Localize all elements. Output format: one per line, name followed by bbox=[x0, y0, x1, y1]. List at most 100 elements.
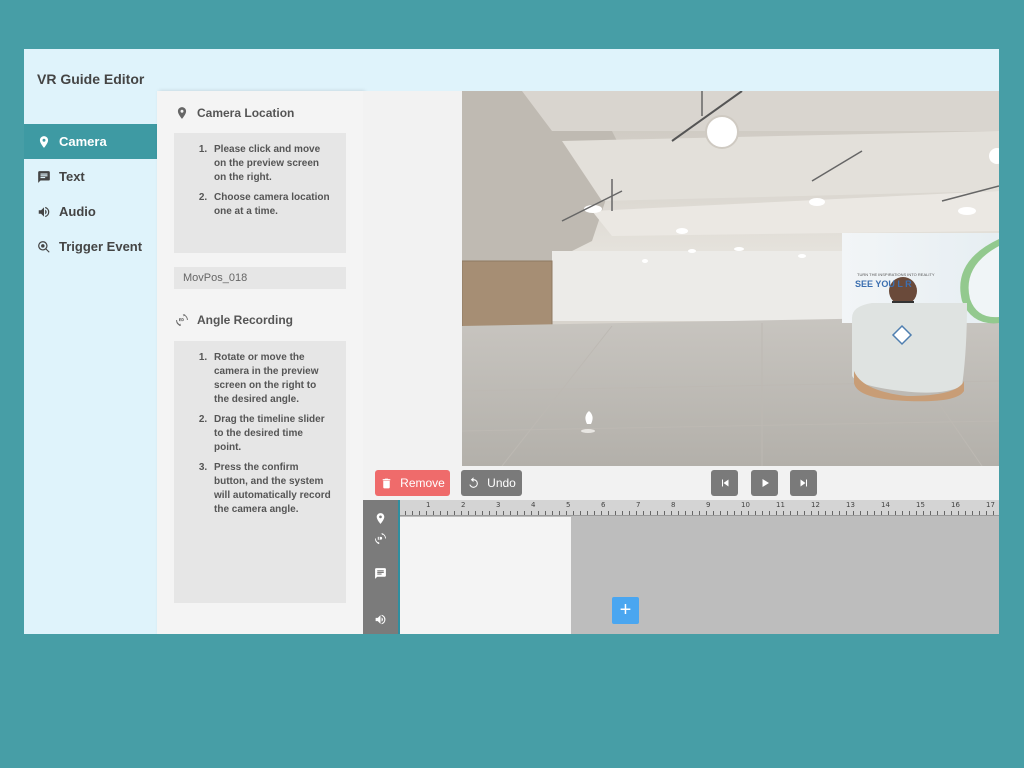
trash-icon bbox=[382, 478, 391, 488]
search-gear-icon bbox=[38, 240, 50, 253]
skip-forward-button[interactable] bbox=[790, 470, 817, 496]
ruler-tick bbox=[615, 511, 616, 515]
ruler-tick bbox=[860, 511, 861, 515]
ruler-tick bbox=[832, 511, 833, 515]
ruler-label: 8 bbox=[671, 501, 676, 509]
sidebar-nav: Camera Text Audio Trigger Event bbox=[24, 124, 157, 264]
ruler-tick bbox=[475, 511, 476, 515]
ruler-tick bbox=[566, 511, 567, 515]
ruler-tick bbox=[496, 511, 497, 515]
sidebar-item-trigger-event[interactable]: Trigger Event bbox=[24, 229, 157, 264]
ruler-tick bbox=[853, 511, 854, 515]
ruler-tick bbox=[713, 511, 714, 515]
ruler-tick bbox=[916, 511, 917, 515]
ruler-label: 4 bbox=[531, 501, 536, 509]
ruler-tick bbox=[664, 511, 665, 515]
ruler-label: 13 bbox=[846, 501, 855, 509]
ruler-tick bbox=[923, 511, 924, 515]
ruler-tick bbox=[545, 511, 546, 515]
ruler-tick bbox=[524, 511, 525, 515]
camera-position-field[interactable] bbox=[174, 267, 346, 289]
vr-preview-screen[interactable]: TURN THE INSPIRATIONS INTO REALITY SEE Y… bbox=[462, 91, 999, 466]
volume-icon bbox=[374, 613, 387, 626]
ruler-tick bbox=[755, 511, 756, 515]
comment-icon bbox=[38, 170, 50, 183]
ruler-tick bbox=[419, 511, 420, 515]
ruler-tick bbox=[993, 511, 994, 515]
ruler-tick bbox=[727, 511, 728, 515]
ruler-tick bbox=[769, 511, 770, 515]
skip-back-icon bbox=[721, 479, 728, 487]
add-keyframe-button[interactable]: + bbox=[612, 597, 639, 624]
instruction-step: Rotate or move the camera in the preview… bbox=[210, 351, 332, 407]
ruler-tick bbox=[510, 511, 511, 515]
ruler-tick bbox=[972, 511, 973, 515]
ruler-label: 1 bbox=[426, 501, 431, 509]
ruler-tick bbox=[783, 511, 784, 515]
ruler-tick bbox=[454, 511, 455, 515]
ruler-tick bbox=[426, 511, 427, 515]
ruler-tick bbox=[489, 511, 490, 515]
ruler-tick bbox=[699, 511, 700, 515]
ruler-tick bbox=[608, 511, 609, 515]
screen-big-text: SEE YOU L R bbox=[855, 279, 912, 289]
sidebar-item-audio[interactable]: Audio bbox=[24, 194, 157, 229]
ruler-tick bbox=[538, 511, 539, 515]
timeline[interactable]: 1 2 3 4 5 6 7 8 9 10 11 12 13 14 15 16 17 + bbox=[363, 500, 999, 634]
instruction-step: Please click and move on the preview scr… bbox=[210, 143, 332, 185]
ruler-tick bbox=[734, 511, 735, 515]
skip-forward-icon bbox=[800, 479, 807, 487]
sidebar-item-label: Text bbox=[59, 169, 85, 184]
ruler-tick bbox=[790, 511, 791, 515]
ruler-tick bbox=[622, 511, 623, 515]
angle-recording-title: Angle Recording bbox=[197, 313, 294, 327]
sidebar-item-label: Trigger Event bbox=[59, 239, 143, 254]
ruler-tick bbox=[839, 511, 840, 515]
timeline-playhead[interactable] bbox=[398, 500, 400, 634]
ruler-tick bbox=[650, 511, 651, 515]
ruler-tick bbox=[867, 511, 868, 515]
ruler-tick bbox=[986, 511, 987, 515]
angle-recording-instructions: Rotate or move the camera in the preview… bbox=[174, 341, 346, 603]
location-pin-icon bbox=[177, 107, 187, 119]
skip-back-button[interactable] bbox=[711, 470, 738, 496]
ruler-tick bbox=[937, 511, 938, 515]
workspace: TURN THE INSPIRATIONS INTO REALITY SEE Y… bbox=[363, 91, 999, 634]
ruler-tick bbox=[601, 511, 602, 515]
ruler-tick bbox=[594, 511, 595, 515]
settings-panel: Camera Location Please click and move on… bbox=[157, 91, 363, 634]
panorama-scene: TURN THE INSPIRATIONS INTO REALITY SEE Y… bbox=[462, 91, 999, 466]
instruction-step: Press the confirm button, and the system… bbox=[210, 461, 332, 517]
undo-icon bbox=[469, 476, 479, 488]
ruler-label: 5 bbox=[566, 501, 571, 509]
ruler-tick bbox=[804, 511, 805, 515]
ruler-tick bbox=[741, 511, 742, 515]
sidebar-item-text[interactable]: Text bbox=[24, 159, 157, 194]
ruler-tick bbox=[748, 511, 749, 515]
instruction-step: Choose camera location one at a time. bbox=[210, 191, 332, 219]
ruler-label: 6 bbox=[601, 501, 606, 509]
ruler-tick bbox=[482, 511, 483, 515]
ruler-tick bbox=[531, 511, 532, 515]
ruler-tick bbox=[580, 511, 581, 515]
ruler-tick bbox=[412, 511, 413, 515]
ruler-tick bbox=[811, 511, 812, 515]
ruler-label: 9 bbox=[706, 501, 711, 509]
ruler-tick bbox=[895, 511, 896, 515]
play-icon bbox=[762, 479, 769, 487]
ruler-tick bbox=[629, 511, 630, 515]
ruler-tick bbox=[958, 511, 959, 515]
ruler-tick bbox=[762, 511, 763, 515]
timeline-ruler[interactable]: 1 2 3 4 5 6 7 8 9 10 11 12 13 14 15 16 17 bbox=[398, 500, 999, 516]
sidebar-item-camera[interactable]: Camera bbox=[24, 124, 157, 159]
play-button[interactable] bbox=[751, 470, 778, 496]
ruler-tick bbox=[433, 511, 434, 515]
remove-button[interactable]: Remove bbox=[375, 470, 450, 496]
undo-button[interactable]: Undo bbox=[461, 470, 522, 496]
volume-icon bbox=[38, 206, 50, 217]
timeline-track-icons bbox=[363, 500, 398, 634]
rotate-3d-icon bbox=[176, 314, 188, 326]
ruler-tick bbox=[692, 511, 693, 515]
ruler-tick bbox=[468, 511, 469, 515]
ruler-label: 17 bbox=[986, 501, 995, 509]
